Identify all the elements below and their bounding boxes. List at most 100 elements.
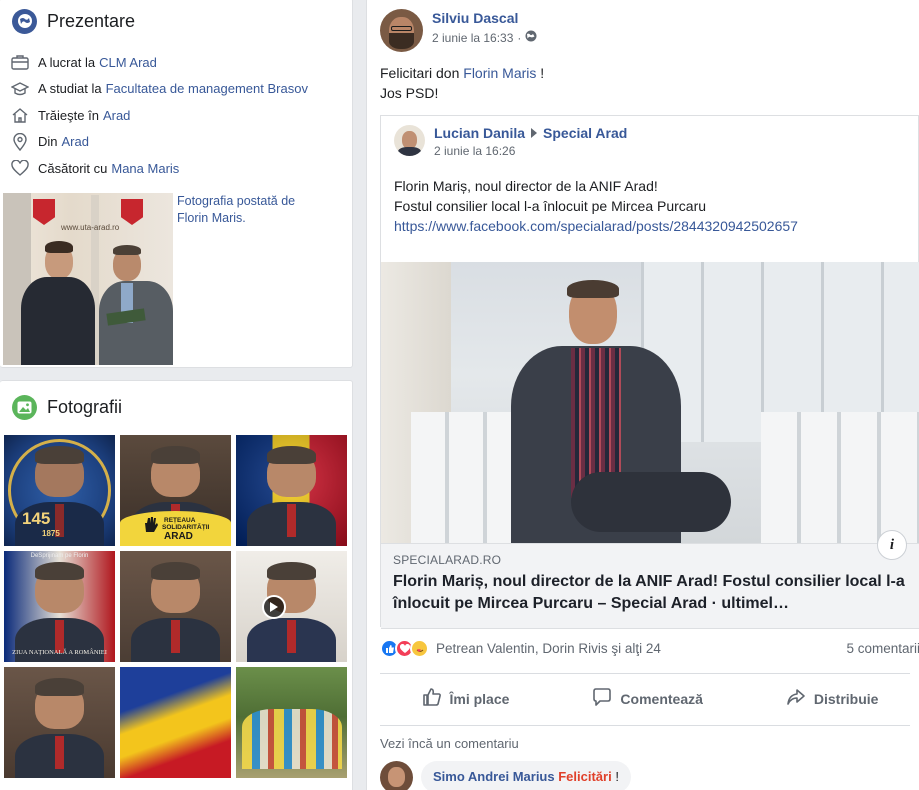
photo-tile[interactable]: REȚEAUA SOLIDARITĂȚII ARAD: [120, 435, 231, 546]
post-actions: Îmi place Comentează Distribuie: [380, 683, 919, 714]
intro-link-city[interactable]: Arad: [103, 108, 130, 123]
intro-card: Prezentare A lucrat la CLM Arad A studia…: [0, 0, 353, 368]
tile-text-line: DeSprijinam pe Florin: [30, 553, 89, 559]
location-pin-icon: [10, 132, 30, 151]
post-card: Silviu Dascal 2 iunie la 16:33 · Felicit…: [366, 0, 919, 790]
tile-number-text: 145: [22, 509, 51, 528]
reaction-icons[interactable]: [380, 639, 429, 658]
shared-text-line1: Florin Mariș, noul director de la ANIF A…: [394, 178, 658, 194]
graduation-cap-icon: [10, 80, 30, 98]
photo-tile[interactable]: [236, 551, 347, 662]
link-preview-meta[interactable]: i SPECIALARAD.RO Florin Mariș, noul dire…: [381, 530, 919, 629]
video-play-icon[interactable]: [262, 595, 286, 619]
comment-button[interactable]: Comentează: [578, 683, 716, 714]
comment-label: Comentează: [620, 690, 703, 707]
link-preview-image[interactable]: [381, 262, 919, 543]
photo-tile[interactable]: 145 1875: [4, 435, 115, 546]
photo-icon: [12, 394, 37, 420]
tile-text-line: SOLIDARITĂȚII: [162, 524, 210, 531]
photos-title: Fotografii: [47, 396, 123, 417]
intro-link-workplace[interactable]: CLM Arad: [99, 55, 157, 70]
intro-item-education: A studiat la Facultatea de management Br…: [10, 76, 352, 103]
photo-tile[interactable]: [120, 667, 231, 778]
photo-tile[interactable]: [236, 435, 347, 546]
shared-author-avatar[interactable]: [394, 125, 425, 156]
tile-text-line: REȚEAUA: [164, 517, 196, 524]
tile-text-line: ARAD: [164, 531, 193, 542]
intro-item-label: A lucrat la: [38, 54, 96, 70]
comment-bubble-icon: [592, 687, 620, 710]
photo-tile[interactable]: [236, 667, 347, 778]
intro-item-married: Căsătorit cu Mana Maris: [10, 155, 352, 182]
shared-timestamp[interactable]: 2 iunie la 16:26: [434, 144, 627, 158]
share-arrow-icon: [786, 687, 814, 710]
featured-photo-block: www.uta-arad.ro Fotografia postată de Fl…: [3, 193, 323, 365]
post-mention-link[interactable]: Florin Maris: [463, 65, 536, 81]
intro-link-hometown[interactable]: Arad: [62, 134, 89, 149]
post-text: Felicitari don Florin Maris ! Jos PSD!: [380, 63, 544, 103]
photo-tile[interactable]: DeSprijinam pe Florin ZIUA NAȚIONALĂ A R…: [4, 551, 115, 662]
shared-target-page[interactable]: Special Arad: [543, 125, 627, 141]
view-more-comments-link[interactable]: Vezi încă un comentariu: [380, 736, 519, 751]
intro-link-school[interactable]: Facultatea de management Brasov: [106, 81, 308, 96]
comment-bubble: Simo Andrei Marius Felicitări !: [421, 761, 631, 790]
comment-suffix: !: [611, 769, 619, 784]
intro-item-from: Din Arad: [10, 129, 352, 156]
post-text-line2: Jos PSD!: [380, 85, 439, 101]
post-author-name[interactable]: Silviu Dascal: [432, 10, 537, 26]
shared-post-header: Lucian Danila Special Arad 2 iunie la 16…: [394, 125, 627, 158]
hand-icon: [142, 515, 160, 533]
home-icon: [10, 106, 30, 124]
photos-header: Fotografii: [0, 385, 352, 429]
featured-photo-caption[interactable]: Fotografia postată de Florin Maris.: [173, 193, 323, 365]
intro-header: Prezentare: [0, 0, 352, 43]
shared-url-link[interactable]: https://www.facebook.com/specialarad/pos…: [394, 216, 798, 236]
author-avatar[interactable]: [380, 9, 423, 52]
shared-author-name[interactable]: Lucian Danila: [434, 125, 525, 141]
caret-right-icon: [531, 125, 538, 141]
care-icon: [410, 639, 429, 658]
intro-item-lives: Trăieşte în Arad: [10, 102, 352, 129]
reactions-bar: Petrean Valentin, Dorin Rivis şi alţi 24…: [380, 639, 919, 658]
like-button[interactable]: Îmi place: [408, 683, 524, 714]
globe-icon: [12, 8, 37, 34]
intro-title: Prezentare: [47, 10, 136, 31]
globe-icon[interactable]: [525, 30, 537, 45]
post-text-suffix: !: [536, 65, 545, 81]
intro-item-label: A studiat la: [38, 81, 102, 97]
featured-photo-sign: www.uta-arad.ro: [61, 223, 120, 232]
info-icon[interactable]: i: [877, 530, 907, 560]
post-text-prefix: Felicitari don: [380, 65, 460, 81]
photo-tile[interactable]: [4, 667, 115, 778]
photo-tile[interactable]: [120, 551, 231, 662]
intro-item-work: A lucrat la CLM Arad: [10, 49, 352, 76]
post-timestamp[interactable]: 2 iunie la 16:33: [432, 31, 513, 45]
intro-item-label: Căsătorit cu: [38, 160, 108, 176]
divider: [380, 673, 910, 674]
featured-photo[interactable]: www.uta-arad.ro: [3, 193, 173, 365]
tile-year-text: 1875: [42, 529, 60, 538]
post-header: Silviu Dascal 2 iunie la 16:33 ·: [380, 9, 537, 52]
like-label: Îmi place: [449, 690, 510, 707]
share-button[interactable]: Distribuie: [772, 683, 893, 714]
shared-text-line2: Fostul consilier local l-a înlocuit pe M…: [394, 198, 707, 214]
link-domain: SPECIALARAD.RO: [393, 553, 502, 567]
thumbs-up-icon: [422, 687, 450, 710]
intro-item-label: Din: [38, 134, 58, 150]
heart-icon: [10, 159, 30, 177]
tile-text-line: ZIUA NAȚIONALĂ A ROMÂNIEI: [12, 649, 107, 656]
comment-item: Simo Andrei Marius Felicitări !: [380, 761, 631, 790]
briefcase-icon: [10, 53, 30, 71]
comments-count[interactable]: 5 comentarii: [846, 641, 919, 656]
photos-card: Fotografii 145 1875 REȚEAUA SOLIDARITĂȚI…: [0, 380, 353, 790]
divider: [380, 725, 910, 726]
link-title[interactable]: Florin Mariș, noul director de la ANIF A…: [393, 571, 908, 615]
reaction-names[interactable]: Petrean Valentin, Dorin Rivis şi alţi 24: [436, 641, 661, 656]
shared-text: Florin Mariș, noul director de la ANIF A…: [394, 176, 798, 236]
share-label: Distribuie: [813, 690, 879, 707]
intro-item-label: Trăieşte în: [38, 107, 99, 123]
commenter-avatar[interactable]: [380, 761, 413, 790]
photos-grid: 145 1875 REȚEAUA SOLIDARITĂȚII ARAD DeSp…: [4, 435, 347, 778]
comment-author[interactable]: Simo Andrei Marius: [433, 769, 555, 784]
intro-link-spouse[interactable]: Mana Maris: [111, 161, 179, 176]
